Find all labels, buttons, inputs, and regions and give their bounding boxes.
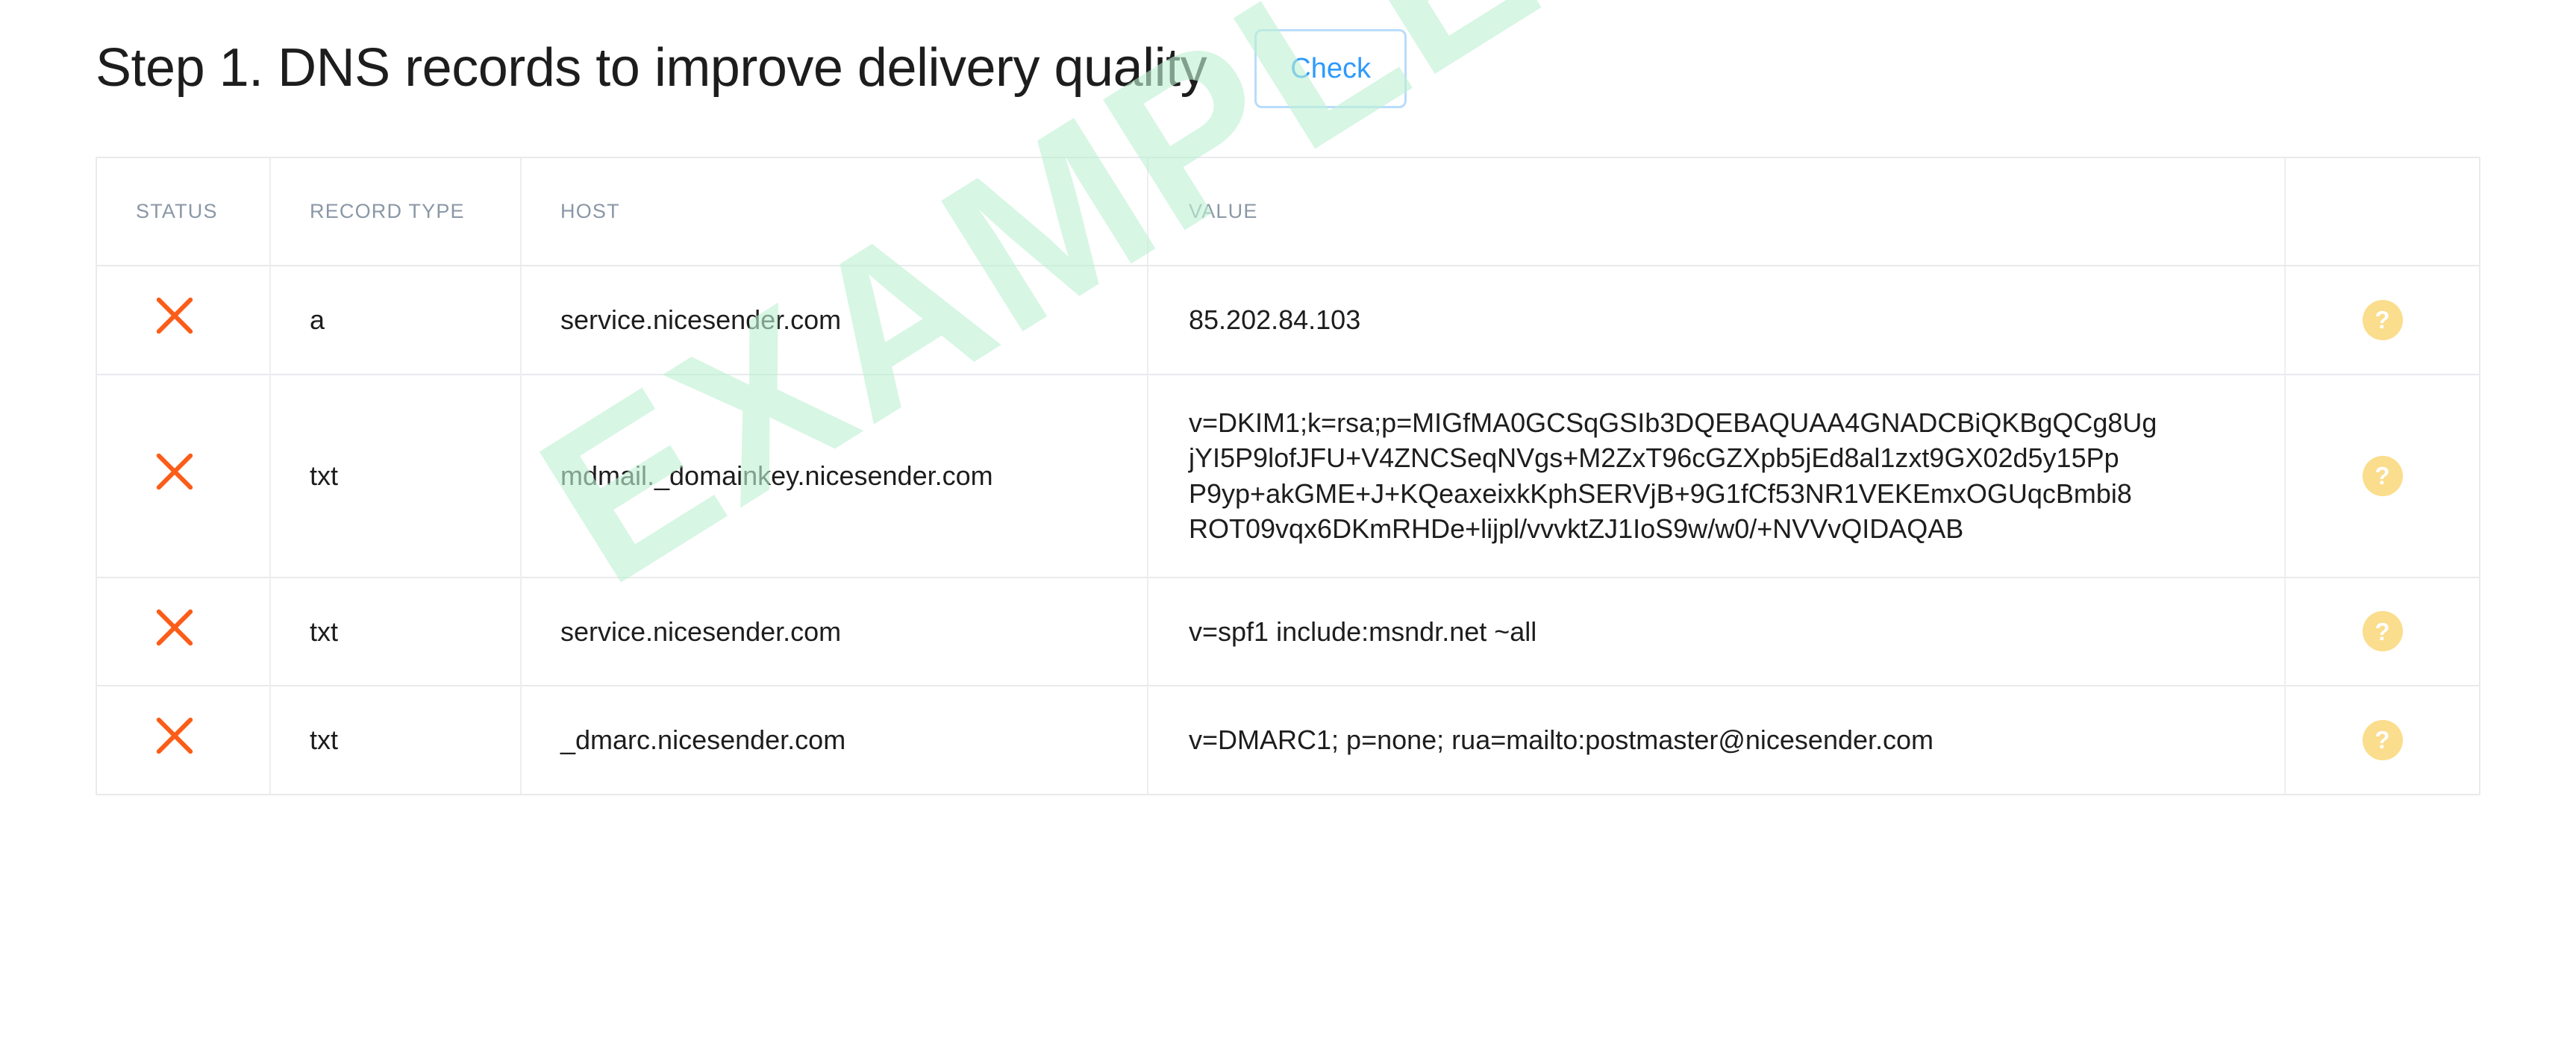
page-header: Step 1. DNS records to improve delivery … (0, 0, 2576, 119)
help-cell: ? (2285, 576, 2479, 686)
table-row: a service.nicesender.com 85.202.84.103 ? (97, 266, 2479, 375)
host-cell[interactable]: mdmail._domainkey.nicesender.com (521, 373, 1148, 577)
check-button[interactable]: Check (1254, 29, 1407, 108)
status-cell (97, 373, 271, 577)
record-type-cell: txt (270, 685, 522, 794)
status-cell (97, 685, 271, 794)
value-text: v=DMARC1; p=none; rua=mailto:postmaster@… (1189, 722, 2284, 758)
dns-setup-page: Step 1. DNS records to improve delivery … (0, 0, 2576, 1058)
question-mark-icon[interactable]: ? (2362, 299, 2403, 340)
table-row: txt mdmail._domainkey.nicesender.com v=D… (97, 373, 2479, 577)
table-header-row: STATUS RECORD TYPE HOST VALUE (97, 158, 2479, 266)
value-text: v=spf1 include:msndr.net ~all (1189, 614, 2284, 650)
page-title: Step 1. DNS records to improve delivery … (96, 38, 1207, 98)
value-text: 85.202.84.103 (1189, 302, 2284, 338)
help-cell: ? (2285, 373, 2479, 577)
value-text: v=DKIM1;k=rsa;p=MIGfMA0GCSqGSIb3DQEBAQUA… (1189, 405, 2284, 547)
status-cell (97, 266, 271, 375)
column-header-record-type: RECORD TYPE (270, 158, 522, 266)
x-icon (155, 608, 194, 647)
x-icon (155, 296, 194, 335)
value-cell[interactable]: v=DKIM1;k=rsa;p=MIGfMA0GCSqGSIb3DQEBAQUA… (1148, 373, 2286, 577)
status-cell (97, 576, 271, 686)
dns-records-table-container: STATUS RECORD TYPE HOST VALUE a service.… (96, 157, 2480, 795)
question-mark-icon[interactable]: ? (2362, 611, 2403, 652)
table-header: STATUS RECORD TYPE HOST VALUE (97, 158, 2479, 266)
host-cell[interactable]: service.nicesender.com (521, 576, 1148, 686)
host-cell[interactable]: _dmarc.nicesender.com (521, 685, 1148, 794)
value-cell[interactable]: 85.202.84.103 (1148, 266, 2286, 375)
value-line: P9yp+akGME+J+KQeaxeixkKphSERVjB+9G1fCf53… (1189, 478, 2132, 509)
dns-records-table: STATUS RECORD TYPE HOST VALUE a service.… (97, 158, 2479, 794)
column-header-host: HOST (521, 158, 1148, 266)
value-line: jYI5P9lofJFU+V4ZNCSeqNVgs+M2ZxT96cGZXpb5… (1189, 442, 2119, 474)
column-header-value: VALUE (1148, 158, 2286, 266)
value-line: v=spf1 include:msndr.net ~all (1189, 616, 1537, 647)
host-cell[interactable]: service.nicesender.com (521, 266, 1148, 375)
question-mark-icon[interactable]: ? (2362, 455, 2403, 496)
record-type-cell: txt (270, 576, 522, 686)
x-icon (155, 716, 194, 755)
column-header-status: STATUS (97, 158, 271, 266)
value-cell[interactable]: v=spf1 include:msndr.net ~all (1148, 576, 2286, 686)
value-line: ROT09vqx6DKmRHDe+lijpl/vvvktZJ1IoS9w/w0/… (1189, 513, 1964, 545)
column-header-help (2285, 158, 2479, 266)
record-type-cell: txt (270, 373, 522, 577)
table-body: a service.nicesender.com 85.202.84.103 ? (97, 266, 2479, 794)
x-icon (155, 452, 194, 491)
help-cell: ? (2285, 685, 2479, 794)
question-mark-icon[interactable]: ? (2362, 719, 2403, 760)
record-type-cell: a (270, 266, 522, 375)
value-line: v=DKIM1;k=rsa;p=MIGfMA0GCSqGSIb3DQEBAQUA… (1189, 407, 2157, 438)
value-line: 85.202.84.103 (1189, 304, 1361, 335)
value-cell[interactable]: v=DMARC1; p=none; rua=mailto:postmaster@… (1148, 685, 2286, 794)
table-row: txt service.nicesender.com v=spf1 includ… (97, 576, 2479, 686)
value-line: v=DMARC1; p=none; rua=mailto:postmaster@… (1189, 724, 1934, 756)
help-cell: ? (2285, 266, 2479, 375)
table-row: txt _dmarc.nicesender.com v=DMARC1; p=no… (97, 685, 2479, 794)
